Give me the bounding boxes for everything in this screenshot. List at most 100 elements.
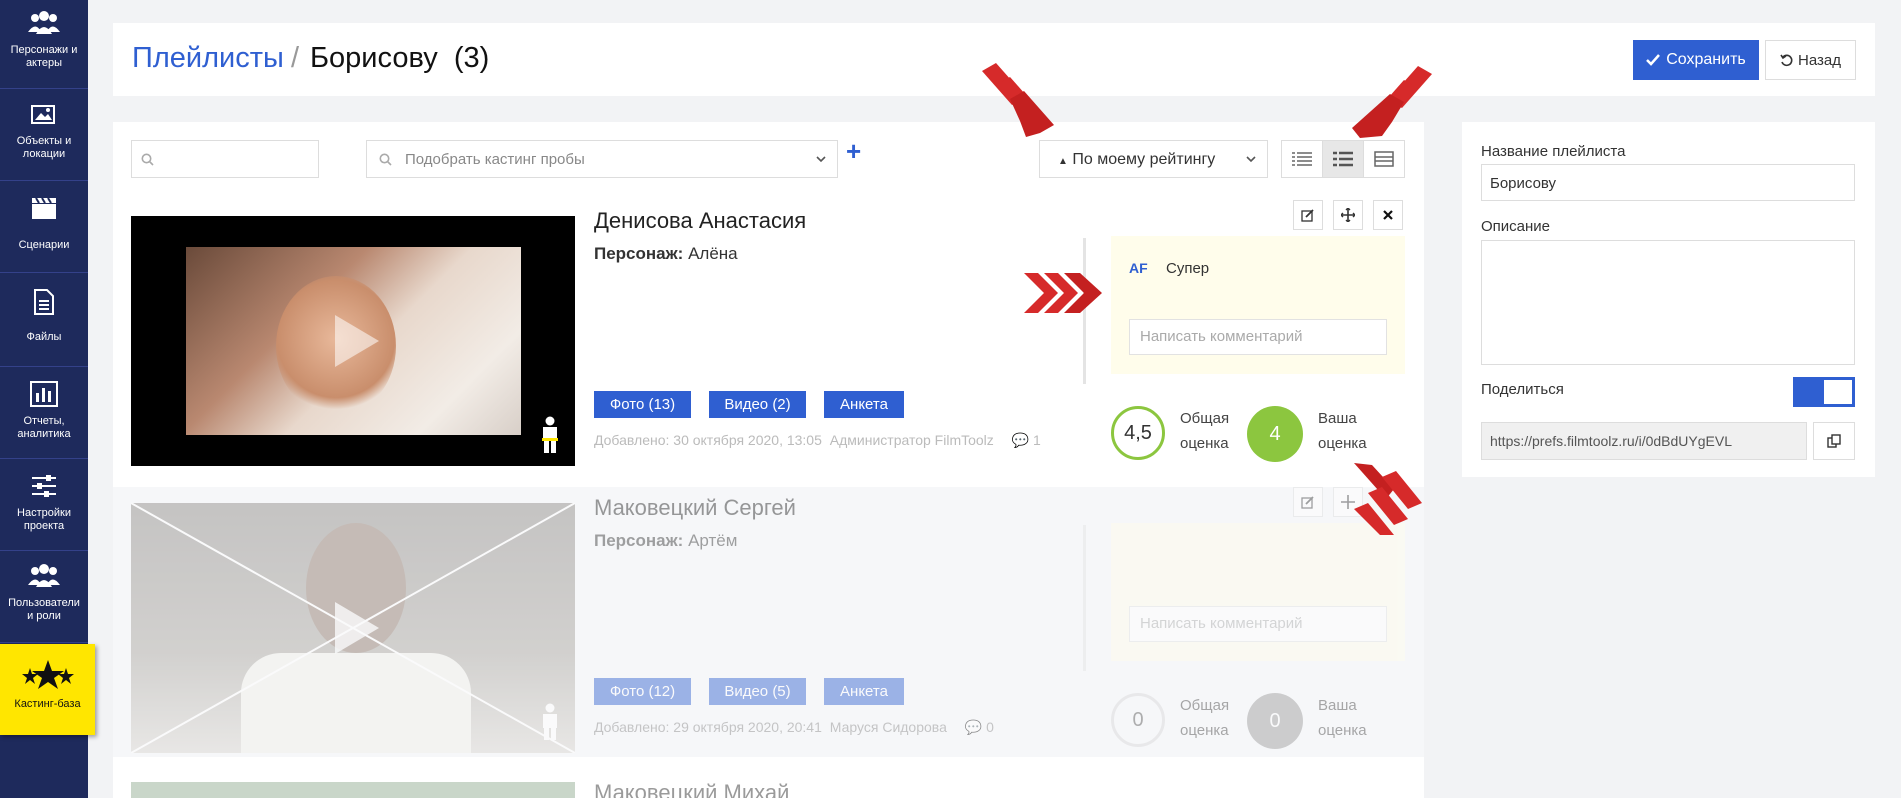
view-mode-toggle <box>1281 140 1405 178</box>
share-toggle[interactable] <box>1793 377 1855 407</box>
sidebar-item-objects[interactable]: Объекты и локации <box>0 89 88 181</box>
total-score-label-line: оценка <box>1180 722 1229 739</box>
casting-select-placeholder: Подобрать кастинг пробы <box>405 151 585 168</box>
total-score: 4,5 <box>1111 406 1165 460</box>
share-url-field[interactable]: https://prefs.filmtoolz.ru/i/0dBdUYgEVL <box>1481 422 1807 460</box>
comment-count-value: 0 <box>986 719 994 735</box>
your-score-label-line: Ваша <box>1318 697 1357 714</box>
table-icon <box>1374 151 1394 167</box>
sidebar-item-casting-base[interactable]: Кастинг-база <box>0 644 95 735</box>
sidebar-item-scripts[interactable]: Сценарии <box>0 181 88 273</box>
chevron-down-icon <box>816 156 826 163</box>
list-icon <box>1292 152 1312 166</box>
users-icon <box>28 564 60 587</box>
move-button[interactable] <box>1333 200 1363 230</box>
annotation-arrow-icon <box>1354 463 1422 535</box>
undo-icon <box>1780 54 1793 66</box>
edit-icon <box>1301 209 1314 222</box>
photos-tag[interactable]: Фото (13) <box>594 391 691 418</box>
photos-tag[interactable]: Фото (12) <box>594 678 691 705</box>
view-table-button[interactable] <box>1364 141 1404 177</box>
save-button[interactable]: Сохранить <box>1633 40 1759 80</box>
move-icon <box>1341 208 1355 222</box>
your-score[interactable]: 4 <box>1247 406 1303 462</box>
sidebar-item-label: Отчеты, аналитика <box>17 415 71 440</box>
actor-name[interactable]: Денисова Анастасия <box>594 208 806 234</box>
playlist-name-input[interactable]: Борисову <box>1481 164 1855 201</box>
videos-tag[interactable]: Видео (2) <box>709 391 806 418</box>
users-icon <box>28 11 60 34</box>
sidebar-item-users[interactable]: Пользователи и роли <box>0 551 88 643</box>
edit-icon <box>1301 496 1314 509</box>
profile-tag[interactable]: Анкета <box>824 391 904 418</box>
search-input[interactable] <box>131 140 319 178</box>
video-player[interactable] <box>131 782 575 798</box>
your-score-label: Ваша оценка <box>1318 693 1367 743</box>
actor-role: Персонаж: Алёна <box>594 244 738 264</box>
casting-card: Маковецкий Сергей Персонаж: Артём Фото (… <box>113 487 1424 757</box>
added-info: Добавлено: 29 октября 2020, 20:41 Маруся… <box>594 719 994 736</box>
play-icon <box>335 315 379 367</box>
edit-button[interactable] <box>1293 200 1323 230</box>
actor-role: Персонаж: Артём <box>594 531 737 551</box>
remove-button[interactable] <box>1373 200 1403 230</box>
casting-select[interactable]: Подобрать кастинг пробы <box>366 140 838 178</box>
video-player[interactable] <box>131 503 575 753</box>
add-casting-button[interactable]: + <box>846 136 861 167</box>
breadcrumb-playlists-link[interactable]: Плейлисты <box>132 42 284 75</box>
back-button-label: Назад <box>1798 51 1841 69</box>
sidebar-item-label: Персонажи и актеры <box>10 44 78 69</box>
your-score-label-line: оценка <box>1318 435 1367 452</box>
search-icon <box>379 153 392 166</box>
videos-tag[interactable]: Видео (5) <box>709 678 806 705</box>
comment-bubble-icon: 💬 <box>1011 432 1030 448</box>
comment-count: 💬 1 <box>1012 432 1041 448</box>
added-info: Добавлено: 30 октября 2020, 13:05 Админи… <box>594 432 1041 449</box>
edit-button[interactable] <box>1293 487 1323 517</box>
sidebar: Персонажи и актеры Объекты и локации Сце… <box>0 0 95 798</box>
file-icon <box>34 289 54 315</box>
sidebar-item-reports[interactable]: Отчеты, аналитика <box>0 367 88 459</box>
divider <box>1083 525 1086 671</box>
view-list-button[interactable] <box>1323 141 1364 177</box>
copy-link-button[interactable] <box>1813 422 1855 460</box>
comment-input[interactable]: Написать комментарий <box>1129 319 1387 355</box>
sort-select-value: ▲ По моему рейтингу <box>1058 151 1215 169</box>
sidebar-item-settings[interactable]: Настройки проекта <box>0 459 88 551</box>
sort-select[interactable]: ▲ По моему рейтингу <box>1039 140 1268 178</box>
sort-up-icon: ▲ <box>1058 156 1068 167</box>
image-icon <box>31 105 55 124</box>
back-button[interactable]: Назад <box>1765 40 1856 80</box>
actor-name[interactable]: Маковецкий Сергей <box>594 495 796 521</box>
your-score-label-line: Ваша <box>1318 410 1357 427</box>
sidebar-item-characters[interactable]: Персонажи и актеры <box>0 0 88 89</box>
sidebar-item-label: Кастинг-база <box>14 698 81 710</box>
chart-icon <box>30 381 58 407</box>
profile-tag[interactable]: Анкета <box>824 678 904 705</box>
actor-name[interactable]: Маковецкий Михай <box>594 780 789 798</box>
total-score-label-line: Общая <box>1180 410 1230 427</box>
video-player[interactable] <box>131 216 575 466</box>
sidebar-item-files[interactable]: Файлы <box>0 273 88 367</box>
total-score: 0 <box>1111 693 1165 747</box>
role-label: Персонаж: <box>594 531 684 550</box>
stars-icon <box>21 660 74 689</box>
total-score-label-line: Общая <box>1180 697 1230 714</box>
comment-input[interactable]: Написать комментарий <box>1129 606 1387 642</box>
playlist-settings-panel: Название плейлиста Борисову Описание Под… <box>1462 122 1875 477</box>
role-value: Алёна <box>688 244 738 263</box>
sort-label: По моему рейтингу <box>1072 151 1216 168</box>
comments-panel: AF Супер Написать комментарий <box>1111 236 1405 374</box>
search-icon <box>141 153 154 166</box>
total-score-label: Общая оценка <box>1180 693 1229 743</box>
added-date: Добавлено: 29 октября 2020, 20:41 <box>594 719 822 735</box>
share-label: Поделиться <box>1481 381 1564 398</box>
description-textarea[interactable] <box>1481 240 1855 365</box>
annotation-arrow-icon <box>982 63 1054 137</box>
sidebar-item-label: Сценарии <box>18 239 70 251</box>
sidebar-item-label: Настройки проекта <box>17 507 71 532</box>
view-compact-button[interactable] <box>1282 141 1323 177</box>
comment-count: 💬 0 <box>965 719 994 735</box>
your-score[interactable]: 0 <box>1247 693 1303 749</box>
clapper-icon <box>32 197 56 219</box>
